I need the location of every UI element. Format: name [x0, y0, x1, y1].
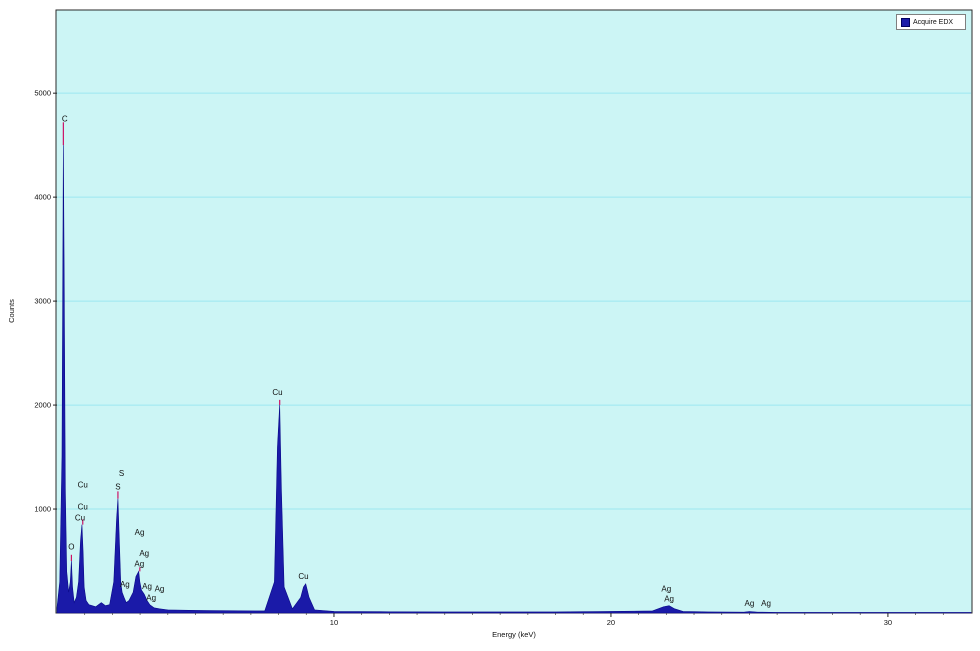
peak-label: Ag — [661, 584, 671, 593]
peak-label: Ag — [139, 549, 149, 558]
peak-label: S — [115, 482, 120, 491]
peak-label: Ag — [142, 582, 152, 591]
peak-label: Ag — [146, 594, 156, 603]
edx-spectrum-chart: C O Cu Cu Cu S S Ag Ag Ag Ag Ag Ag Ag Cu Cu Ag Ag Ag Ag 100… — [0, 0, 980, 646]
legend-entry-label: Acquire EDX — [913, 18, 954, 26]
y-tick-label: 2000 — [34, 401, 51, 410]
y-tick-label: 3000 — [34, 297, 51, 306]
legend: Acquire EDX — [896, 14, 966, 30]
peak-label: Ag — [155, 584, 165, 593]
peak-label: Ag — [120, 580, 130, 589]
x-tick-label: 10 — [330, 618, 338, 627]
peak-label: Cu — [78, 480, 88, 489]
peak-label: Cu — [272, 388, 282, 397]
peak-label: Cu — [75, 514, 85, 523]
legend-swatch-icon — [901, 17, 910, 27]
peak-label: Ag — [135, 528, 145, 537]
peak-label: Ag — [664, 595, 674, 604]
x-axis-label: Energy (keV) — [492, 630, 536, 639]
peak-label: Ag — [745, 599, 755, 608]
chart-svg: COCuCuCuSSAgAgAgAg Ag AgAgCuCuAgAg Ag Ag 100… — [7, 9, 973, 639]
peak-label: Ag — [761, 599, 771, 608]
peak-label: Cu — [78, 503, 88, 512]
y-tick-label: 5000 — [34, 89, 51, 98]
plot-area — [55, 9, 973, 614]
peak-label: Cu — [298, 572, 308, 581]
peak-label: Ag — [134, 559, 144, 568]
peak-label: O — [68, 543, 74, 552]
peak-label: C — [62, 114, 68, 123]
x-tick-label: 20 — [607, 618, 615, 627]
x-tick-label: 30 — [884, 618, 892, 627]
peak-label: S — [119, 469, 124, 478]
y-tick-label: 4000 — [34, 193, 51, 202]
y-tick-label: 1000 — [34, 505, 51, 514]
y-axis-label: Counts — [7, 299, 16, 323]
